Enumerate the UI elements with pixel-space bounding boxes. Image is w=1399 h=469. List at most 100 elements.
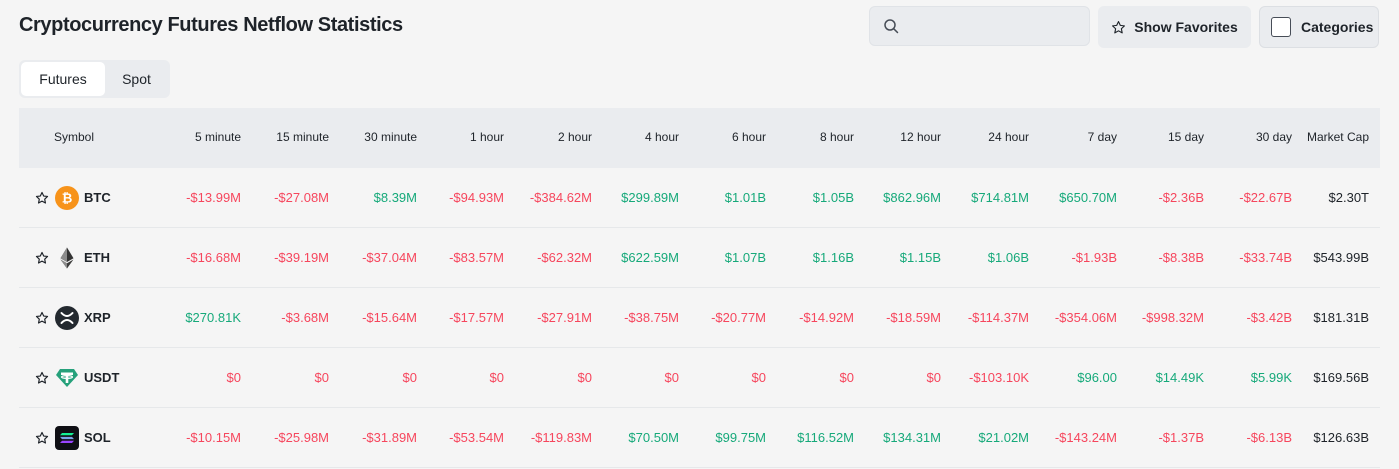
netflow-cell: $1.05B xyxy=(812,190,854,205)
netflow-cell: -$33.74B xyxy=(1239,250,1292,265)
btc-icon: ₿ xyxy=(55,186,79,210)
netflow-cell: $0 xyxy=(664,370,679,385)
netflow-cell: -$94.93M xyxy=(449,190,504,205)
netflow-cell: $1.01B xyxy=(724,190,766,205)
table-row[interactable]: USDT $0 $0 $0 $0 $0 $0 $0 $0 $0 -$103.10K $96.00 $14… xyxy=(19,348,1380,408)
star-outline-icon xyxy=(1112,20,1126,33)
netflow-cell: $14.49K xyxy=(1155,370,1204,385)
table-row[interactable]: ₿ BTC -$13.99M -$27.08M $8.39M -$94.93M -$384.… xyxy=(19,168,1380,228)
symbol-label[interactable]: BTC xyxy=(84,168,111,228)
favorite-star-icon[interactable] xyxy=(35,431,49,445)
column-header-1h[interactable]: 1 hour xyxy=(470,108,504,168)
netflow-cell: $0 xyxy=(577,370,592,385)
show-favorites-label: Show Favorites xyxy=(1134,19,1238,35)
column-header-24h[interactable]: 24 hour xyxy=(988,108,1029,168)
column-header-30m[interactable]: 30 minute xyxy=(364,108,417,168)
netflow-cell: $714.81M xyxy=(971,190,1029,205)
netflow-cell: -$6.13B xyxy=(1246,430,1292,445)
netflow-cell: -$27.91M xyxy=(537,310,592,325)
favorite-star-icon[interactable] xyxy=(35,251,49,265)
netflow-cell: -$13.99M xyxy=(186,190,241,205)
market-cap-cell: $543.99B xyxy=(1313,250,1369,265)
netflow-cell: $21.02M xyxy=(978,430,1029,445)
netflow-cell: -$15.64M xyxy=(362,310,417,325)
eth-icon xyxy=(55,246,79,270)
tab-spot[interactable]: Spot xyxy=(105,62,168,96)
netflow-cell: $5.99K xyxy=(1250,370,1292,385)
favorite-star-icon[interactable] xyxy=(35,371,49,385)
netflow-cell: -$22.67B xyxy=(1239,190,1292,205)
netflow-cell: -$114.37M xyxy=(967,310,1029,325)
netflow-cell: $99.75M xyxy=(715,430,766,445)
table-row[interactable]: XRP $270.81K -$3.68M -$15.64M -$17.57M -$27.9… xyxy=(19,288,1380,348)
netflow-cell: -$384.62M xyxy=(529,190,592,205)
column-header-5m[interactable]: 5 minute xyxy=(195,108,241,168)
column-header-15d[interactable]: 15 day xyxy=(1168,108,1204,168)
netflow-cell: -$1.37B xyxy=(1158,430,1204,445)
netflow-cell: -$39.19M xyxy=(274,250,329,265)
column-header-30d[interactable]: 30 day xyxy=(1256,108,1292,168)
netflow-cell: $862.96M xyxy=(883,190,941,205)
netflow-cell: -$18.59M xyxy=(886,310,941,325)
categories-button[interactable]: Categories xyxy=(1259,6,1379,48)
netflow-cell: $650.70M xyxy=(1059,190,1117,205)
netflow-cell: $270.81K xyxy=(185,310,241,325)
netflow-cell: -$37.04M xyxy=(362,250,417,265)
netflow-cell: -$1.93B xyxy=(1071,250,1117,265)
column-header-7d[interactable]: 7 day xyxy=(1088,108,1117,168)
netflow-cell: $1.07B xyxy=(724,250,766,265)
netflow-cell: -$8.38B xyxy=(1158,250,1204,265)
column-header-15m[interactable]: 15 minute xyxy=(276,108,329,168)
netflow-cell: -$3.42B xyxy=(1246,310,1292,325)
netflow-cell: -$38.75M xyxy=(624,310,679,325)
show-favorites-button[interactable]: Show Favorites xyxy=(1098,6,1251,48)
netflow-cell: $1.06B xyxy=(987,250,1029,265)
svg-text:₿: ₿ xyxy=(62,192,73,207)
netflow-cell: $70.50M xyxy=(628,430,679,445)
table-row[interactable]: SOL -$10.15M -$25.98M -$31.89M -$53.54M -$119… xyxy=(19,408,1380,468)
netflow-cell: -$16.68M xyxy=(186,250,241,265)
netflow-cell: $1.16B xyxy=(812,250,854,265)
symbol-label[interactable]: ETH xyxy=(84,228,110,288)
column-header-6h[interactable]: 6 hour xyxy=(732,108,766,168)
symbol-label[interactable]: XRP xyxy=(84,288,111,348)
market-cap-cell: $169.56B xyxy=(1313,370,1369,385)
table-header: Symbol 5 minute 15 minute 30 minute 1 ho… xyxy=(19,108,1380,168)
netflow-cell: $96.00 xyxy=(1077,370,1117,385)
netflow-cell: -$354.06M xyxy=(1054,310,1117,325)
netflow-cell: -$62.32M xyxy=(537,250,592,265)
column-header-2h[interactable]: 2 hour xyxy=(558,108,592,168)
netflow-cell: -$3.68M xyxy=(281,310,329,325)
market-cap-cell: $181.31B xyxy=(1313,310,1369,325)
netflow-cell: $0 xyxy=(402,370,417,385)
market-cap-cell: $2.30T xyxy=(1328,190,1369,205)
column-header-market-cap[interactable]: Market Cap xyxy=(1307,108,1369,168)
netflow-cell: $8.39M xyxy=(373,190,417,205)
netflow-cell: $622.59M xyxy=(621,250,679,265)
netflow-cell: $0 xyxy=(314,370,329,385)
column-header-symbol[interactable]: Symbol xyxy=(54,108,94,168)
column-header-8h[interactable]: 8 hour xyxy=(820,108,854,168)
column-header-12h[interactable]: 12 hour xyxy=(900,108,941,168)
netflow-cell: -$103.10K xyxy=(969,370,1029,385)
netflow-cell: $116.52M xyxy=(797,430,854,445)
search-box[interactable] xyxy=(869,6,1090,46)
netflow-cell: $299.89M xyxy=(621,190,679,205)
search-input[interactable] xyxy=(907,18,1087,34)
symbol-label[interactable]: SOL xyxy=(84,408,111,468)
sol-icon xyxy=(55,426,79,450)
symbol-label[interactable]: USDT xyxy=(84,348,119,408)
netflow-cell: -$20.77M xyxy=(711,310,766,325)
categories-checkbox[interactable] xyxy=(1271,17,1291,37)
netflow-cell: $0 xyxy=(226,370,241,385)
favorite-star-icon[interactable] xyxy=(35,191,49,205)
column-header-4h[interactable]: 4 hour xyxy=(645,108,679,168)
netflow-cell: -$25.98M xyxy=(274,430,329,445)
table-row[interactable]: ETH -$16.68M -$39.19M -$37.04M -$83.57M -$62.… xyxy=(19,228,1380,288)
market-type-tabs: Futures Spot xyxy=(19,60,170,98)
favorite-star-icon[interactable] xyxy=(35,311,49,325)
netflow-cell: -$14.92M xyxy=(799,310,854,325)
tab-futures[interactable]: Futures xyxy=(21,62,105,96)
netflow-cell: -$143.24M xyxy=(1054,430,1117,445)
usdt-icon xyxy=(55,366,79,390)
